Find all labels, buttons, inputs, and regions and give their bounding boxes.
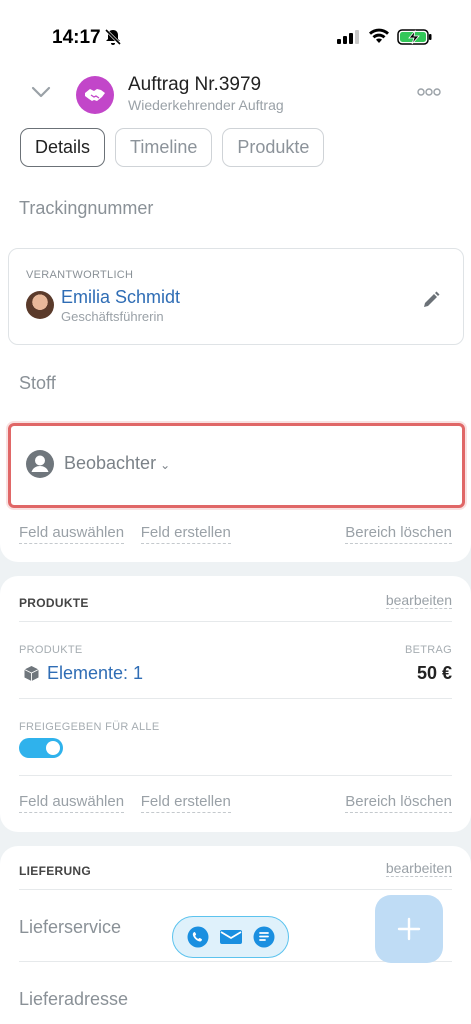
divider <box>19 698 452 699</box>
products-section-actions: Feld auswählen Feld erstellen Bereich lö… <box>19 793 452 813</box>
amount-caption: BETRAG <box>404 644 452 656</box>
responsible-name[interactable]: Emilia Schmidt <box>61 287 180 308</box>
tab-timeline[interactable]: Timeline <box>115 128 213 167</box>
delete-section-link[interactable]: Bereich löschen <box>345 793 452 813</box>
divider <box>19 775 452 776</box>
page-subtitle: Wiederkehrender Auftrag <box>128 97 284 113</box>
stoff-field[interactable]: Stoff <box>19 373 56 394</box>
divider <box>19 889 452 890</box>
create-field-link[interactable]: Feld erstellen <box>140 793 231 813</box>
select-field-link[interactable]: Feld auswählen <box>19 524 125 544</box>
tracking-field[interactable]: Trackingnummer <box>19 198 153 219</box>
responsible-role: Geschäftsführerin <box>61 309 164 324</box>
tab-details[interactable]: Details <box>20 128 106 167</box>
observer-label-text: Beobachter <box>64 453 157 473</box>
products-section-title: PRODUKTE <box>19 596 89 610</box>
responsible-card[interactable]: VERANTWORTLICH Emilia Schmidt Geschäftsf… <box>8 248 464 345</box>
mail-button[interactable] <box>219 925 243 949</box>
page-title: Auftrag Nr.3979 <box>128 74 262 95</box>
chevron-down-icon: ⌄ <box>160 458 171 472</box>
chat-button[interactable] <box>252 925 276 949</box>
toggle-knob <box>46 741 60 755</box>
signal-icon <box>337 30 359 44</box>
shared-toggle[interactable] <box>19 738 63 758</box>
products-items-link[interactable]: Elemente: 1 <box>47 663 143 684</box>
pencil-icon[interactable] <box>421 290 441 310</box>
more-icon[interactable] <box>414 82 444 102</box>
divider <box>19 621 452 622</box>
delivery-section-title: LIEFERUNG <box>19 864 92 878</box>
battery-charging-icon <box>397 29 432 45</box>
user-icon <box>26 450 54 478</box>
status-time: 14:17 <box>52 27 101 48</box>
delivery-address-field[interactable]: Lieferadresse <box>19 989 128 1010</box>
deal-avatar <box>76 76 114 114</box>
phone-button[interactable] <box>186 925 210 949</box>
products-caption: PRODUKTE <box>19 644 83 656</box>
mail-icon <box>219 930 242 944</box>
communication-pill <box>172 916 289 958</box>
products-edit-link[interactable]: bearbeiten <box>385 592 452 609</box>
shared-caption: FREIGEGEBEN FÜR ALLE <box>19 721 160 733</box>
delivery-service-field[interactable]: Lieferservice <box>19 917 121 938</box>
section-actions: Feld auswählen Feld erstellen Bereich lö… <box>19 524 452 544</box>
chat-icon <box>253 926 274 948</box>
bell-slash-icon <box>104 28 122 46</box>
responsible-caption: VERANTWORTLICH <box>26 269 134 281</box>
tab-products[interactable]: Produkte <box>222 128 325 167</box>
delivery-edit-link[interactable]: bearbeiten <box>385 860 452 877</box>
tab-bar: Details Timeline Produkte <box>20 128 325 167</box>
phone-icon <box>187 926 208 948</box>
box-icon <box>24 666 39 681</box>
wifi-icon <box>369 28 389 43</box>
products-amount: 50 € <box>416 663 452 683</box>
add-button[interactable] <box>375 895 443 963</box>
deal-header: Auftrag Nr.3979 Wiederkehrender Auftrag <box>0 70 471 120</box>
handshake-icon <box>85 89 105 101</box>
observer-label[interactable]: Beobachter ⌄ <box>64 453 170 474</box>
observer-field[interactable]: Beobachter ⌄ <box>8 423 465 508</box>
select-field-link[interactable]: Feld auswählen <box>19 793 125 813</box>
delete-section-link[interactable]: Bereich löschen <box>345 524 452 544</box>
chevron-down-icon[interactable] <box>30 84 52 100</box>
plus-icon <box>397 917 421 941</box>
avatar <box>26 291 54 319</box>
create-field-link[interactable]: Feld erstellen <box>140 524 231 544</box>
